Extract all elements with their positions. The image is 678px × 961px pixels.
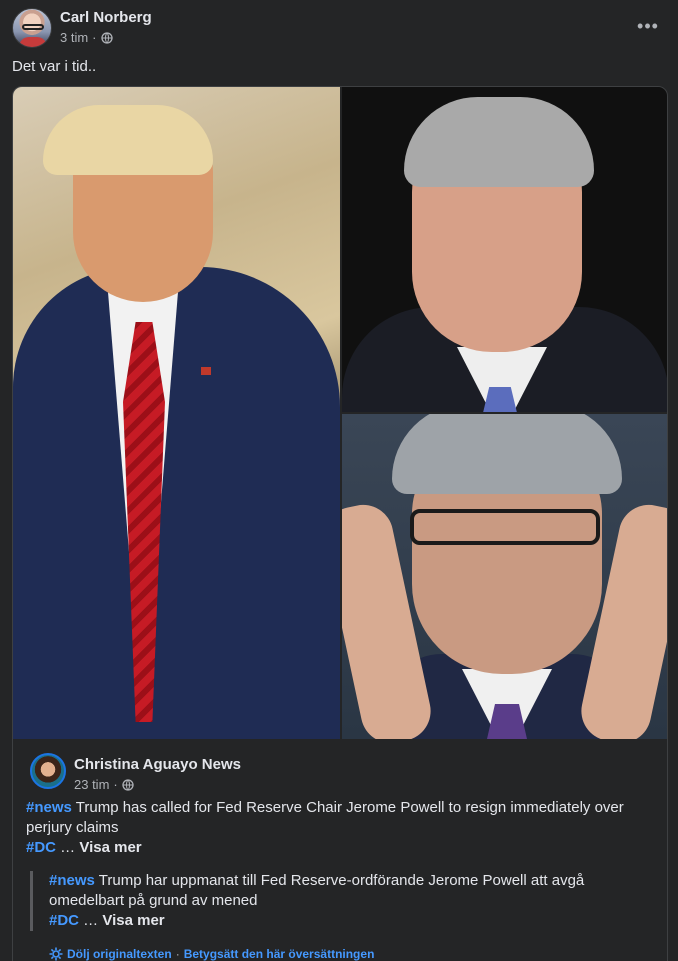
post-text: Det var i tid..	[12, 58, 97, 75]
ellipsis: …	[79, 912, 103, 929]
hashtag-news[interactable]: #news	[26, 799, 72, 816]
hashtag-dc[interactable]: #DC	[49, 912, 79, 929]
trump-suit	[13, 267, 340, 739]
see-more-link[interactable]: Visa mer	[102, 912, 164, 929]
see-more-link[interactable]: Visa mer	[79, 839, 141, 856]
meta-separator: ·	[113, 777, 118, 792]
footer-separator: ·	[175, 947, 180, 961]
more-icon: •••	[637, 15, 659, 36]
shared-time[interactable]: 23 tim	[74, 777, 109, 792]
gear-icon	[49, 947, 63, 961]
photo-powell-temples[interactable]	[342, 414, 667, 739]
page-name[interactable]: Christina Aguayo News	[74, 756, 241, 773]
shared-post-card[interactable]: Christina Aguayo News 23 tim · #news Tru…	[12, 86, 668, 961]
original-body: Trump has called for Fed Reserve Chair J…	[26, 799, 624, 836]
hashtag-news[interactable]: #news	[49, 872, 95, 889]
rate-translation-link[interactable]: Betygsätt den här översättningen	[184, 947, 375, 961]
globe-icon	[122, 778, 134, 791]
page-avatar[interactable]	[30, 753, 66, 789]
meta-separator: ·	[92, 30, 97, 45]
photo-trump[interactable]	[13, 87, 340, 739]
flag-pin-icon	[201, 367, 211, 375]
hashtag-dc[interactable]: #DC	[26, 839, 56, 856]
hide-original-link[interactable]: Dölj originaltexten	[67, 947, 172, 961]
photo-grid	[13, 87, 667, 741]
translation-body: Trump har uppmanat till Fed Reserve-ordf…	[49, 872, 585, 909]
post-time[interactable]: 3 tim	[60, 30, 88, 45]
page-meta: 23 tim ·	[74, 777, 134, 792]
globe-icon	[100, 31, 113, 44]
powell-hair	[404, 97, 594, 187]
avatar-glasses	[22, 24, 44, 30]
powell-hair	[392, 414, 622, 494]
more-options-button[interactable]: •••	[634, 14, 662, 38]
photo-powell-frown[interactable]	[342, 87, 667, 412]
avatar-shirt	[19, 37, 47, 47]
post-header: Carl Norberg 3 tim · •••	[12, 8, 666, 48]
powell-glasses	[410, 509, 600, 545]
translation-footer: Dölj originaltexten · Betygsätt den här …	[49, 947, 374, 961]
author-avatar[interactable]	[12, 8, 52, 48]
translation-block: #news Trump har uppmanat till Fed Reserv…	[30, 871, 650, 931]
shared-original-text: #news Trump has called for Fed Reserve C…	[26, 798, 646, 858]
post-meta: 3 tim ·	[60, 30, 113, 45]
trump-hair	[43, 105, 213, 175]
author-name[interactable]: Carl Norberg	[60, 9, 152, 26]
ellipsis: …	[56, 839, 80, 856]
